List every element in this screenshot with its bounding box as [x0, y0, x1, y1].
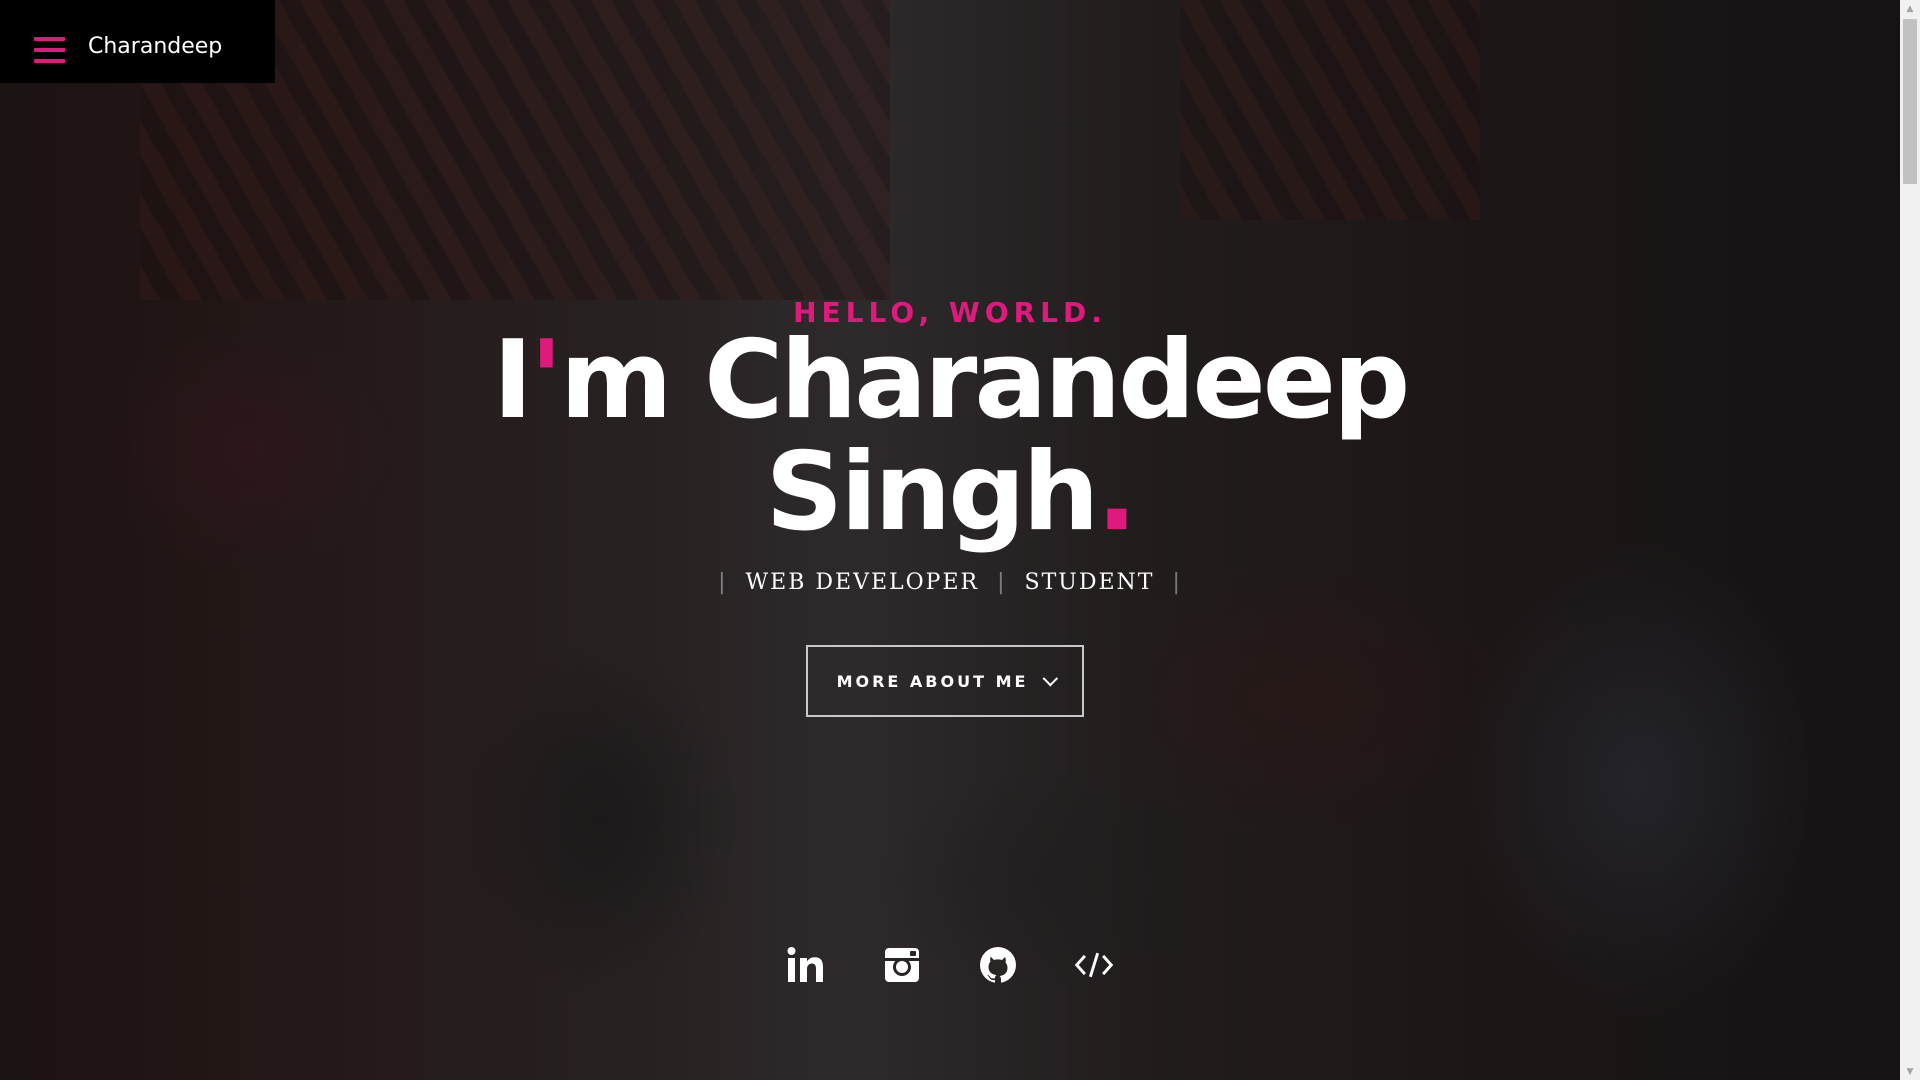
hero-roles: | WEB DEVELOPER | STUDENT |	[0, 570, 1900, 595]
more-about-me-label: MORE ABOUT ME	[836, 671, 1029, 691]
page: Charandeep HELLO, WORLD. I'm Charandeep …	[0, 0, 1920, 1080]
headline-surname: Singh	[765, 430, 1100, 555]
hero-headline: I'm Charandeep Singh.	[0, 325, 1900, 549]
more-about-me-button[interactable]: MORE ABOUT ME	[806, 645, 1084, 717]
scroll-up-arrow-icon[interactable]: ▲	[1900, 0, 1920, 17]
role-student: STUDENT	[1024, 570, 1155, 595]
headline-rest: m Charandeep	[559, 318, 1410, 443]
headline-line-2: Singh.	[0, 437, 1900, 549]
github-icon[interactable]	[978, 945, 1018, 985]
hero-content: HELLO, WORLD. I'm Charandeep Singh. | WEB…	[0, 0, 1900, 1080]
role-separator: |	[718, 570, 728, 595]
role-separator: |	[997, 570, 1007, 595]
role-separator: |	[1172, 570, 1182, 595]
headline-letter-i: I	[492, 318, 533, 443]
chevron-down-icon	[1042, 670, 1059, 686]
code-icon[interactable]	[1074, 945, 1114, 985]
headline-line-1: I'm Charandeep	[0, 325, 1900, 437]
instagram-icon[interactable]	[882, 945, 922, 985]
social-links	[0, 945, 1900, 985]
page-scrollbar[interactable]: ▲ ▼	[1900, 0, 1920, 1080]
scrollbar-thumb[interactable]	[1903, 19, 1917, 184]
headline-period: .	[1096, 430, 1137, 555]
role-web-developer: WEB DEVELOPER	[745, 570, 980, 595]
headline-apostrophe: '	[529, 318, 563, 443]
linkedin-icon[interactable]	[786, 945, 826, 985]
scroll-down-arrow-icon[interactable]: ▼	[1900, 1063, 1920, 1080]
